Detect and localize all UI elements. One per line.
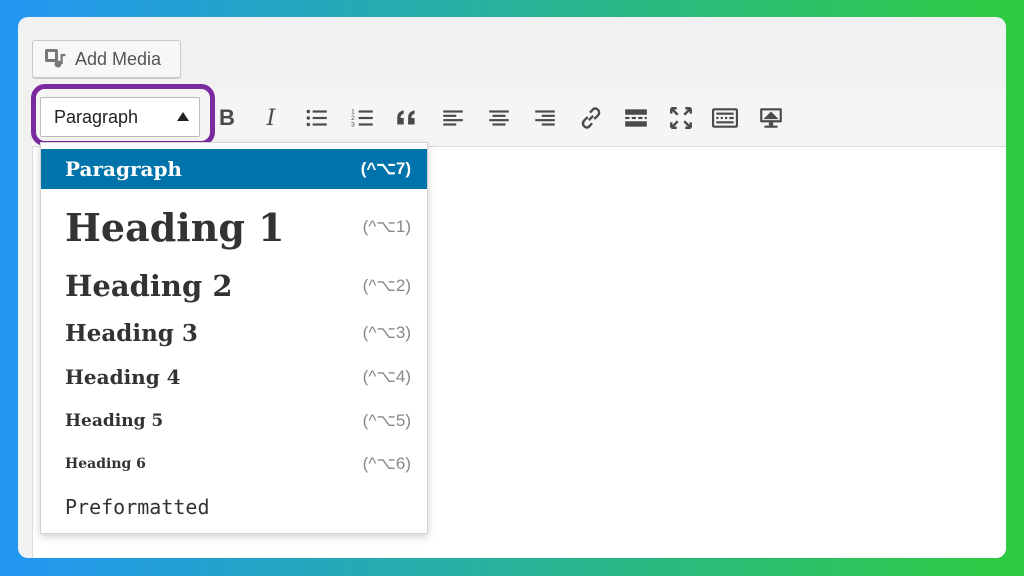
add-media-label: Add Media [75, 48, 162, 69]
bold-icon: B [219, 105, 235, 130]
toolbar-toggle-icon [712, 108, 738, 128]
dropdown-item-shortcut: (^⌥3) [362, 323, 411, 342]
toolbar-toggle-button[interactable] [710, 103, 740, 133]
blockquote-icon [397, 110, 415, 125]
dropdown-item-shortcut: (^⌥6) [362, 454, 411, 473]
blockquote-button[interactable] [392, 103, 422, 133]
media-icon [45, 49, 66, 68]
format-dropdown: Paragraph (^⌥7) Heading 1 (^⌥1) Heading … [40, 142, 428, 534]
dropdown-item-label: Heading 4 [65, 365, 181, 389]
dropdown-item-shortcut: (^⌥5) [362, 411, 411, 430]
bulleted-list-icon [306, 109, 327, 127]
preview-icon [760, 108, 782, 128]
dropdown-item-paragraph[interactable]: Paragraph (^⌥7) [41, 149, 427, 189]
dropdown-item-label: Heading 6 [65, 456, 146, 472]
dropdown-item-heading-5[interactable]: Heading 5 (^⌥5) [41, 399, 427, 443]
dropdown-item-heading-2[interactable]: Heading 2 (^⌥2) [41, 261, 427, 311]
dropdown-item-label: Heading 1 [65, 204, 285, 250]
dropdown-item-label: Paragraph [65, 157, 182, 181]
italic-icon: I [266, 105, 276, 131]
dropdown-item-shortcut: (^⌥1) [362, 217, 411, 236]
align-center-icon [489, 110, 509, 126]
dropdown-item-label: Preformatted [65, 495, 210, 519]
dropdown-item-label: Heading 5 [65, 411, 164, 431]
align-left-button[interactable] [438, 103, 468, 133]
dropdown-item-preformatted[interactable]: Preformatted [41, 485, 427, 529]
numbered-list-icon: 1 2 3 [351, 109, 373, 129]
dropdown-item-heading-6[interactable]: Heading 6 (^⌥6) [41, 443, 427, 485]
dropdown-item-heading-3[interactable]: Heading 3 (^⌥3) [41, 311, 427, 355]
dropdown-item-heading-4[interactable]: Heading 4 (^⌥4) [41, 355, 427, 399]
align-left-icon [443, 110, 463, 126]
link-icon [581, 107, 601, 129]
bulleted-list-button[interactable] [302, 103, 332, 133]
highlight-ring [31, 84, 215, 146]
svg-text:3: 3 [351, 122, 355, 129]
read-more-button[interactable] [621, 103, 651, 133]
fullscreen-icon [670, 107, 692, 129]
dropdown-item-shortcut: (^⌥2) [362, 276, 411, 295]
dropdown-item-shortcut: (^⌥4) [362, 367, 411, 386]
align-center-button[interactable] [484, 103, 514, 133]
align-right-icon [535, 110, 555, 126]
editor-card: Add Media Paragraph B I 1 2 3 Paragraph … [18, 17, 1006, 558]
dropdown-item-heading-1[interactable]: Heading 1 (^⌥1) [41, 193, 427, 261]
dropdown-item-label: Heading 2 [65, 269, 233, 303]
link-button[interactable] [576, 103, 606, 133]
dropdown-item-shortcut: (^⌥7) [360, 159, 411, 178]
dropdown-item-label: Heading 3 [65, 319, 198, 347]
preview-button[interactable] [756, 103, 786, 133]
fullscreen-button[interactable] [666, 103, 696, 133]
add-media-button[interactable]: Add Media [32, 40, 181, 78]
numbered-list-button[interactable]: 1 2 3 [348, 103, 378, 133]
align-right-button[interactable] [530, 103, 560, 133]
bold-button[interactable]: B [212, 103, 242, 133]
read-more-icon [625, 109, 647, 127]
italic-button[interactable]: I [256, 103, 286, 133]
